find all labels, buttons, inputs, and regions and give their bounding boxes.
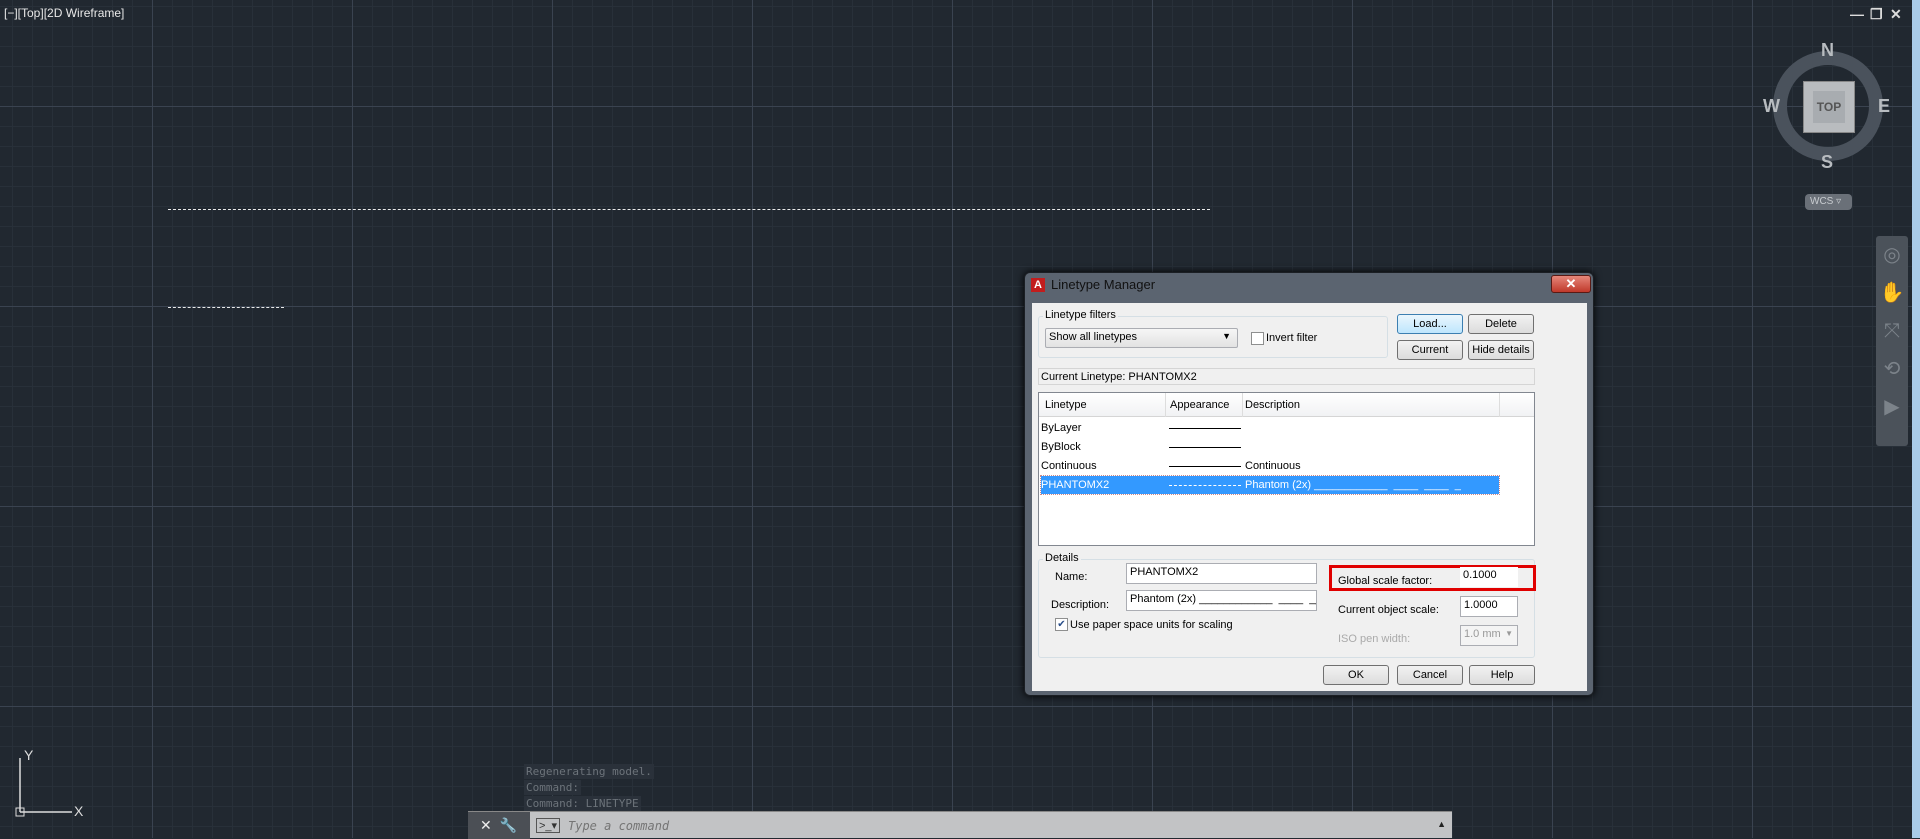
dialog-close-button[interactable]: ✕ bbox=[1551, 275, 1591, 293]
compass-north[interactable]: N bbox=[1821, 40, 1834, 61]
compass-south[interactable]: S bbox=[1821, 152, 1833, 173]
appearance-preview bbox=[1169, 428, 1241, 429]
ucs-x-label: X bbox=[74, 803, 84, 819]
ok-button[interactable]: OK bbox=[1323, 665, 1389, 685]
name-input[interactable]: PHANTOMX2 bbox=[1126, 563, 1317, 584]
linetype-name: PHANTOMX2 bbox=[1041, 479, 1110, 491]
drawing-canvas[interactable] bbox=[0, 0, 1920, 838]
column-description[interactable]: Description bbox=[1245, 399, 1300, 411]
restore-icon[interactable]: ❐ bbox=[1870, 6, 1883, 23]
linetype-name: ByBlock bbox=[1041, 441, 1081, 453]
navigation-bar: ◎ ✋ ⤧ ⟲ ▶ bbox=[1876, 236, 1908, 446]
command-history-line: Command: LINETYPE bbox=[524, 796, 641, 811]
dialog-body: Linetype filters Show all linetypes ▼ Inv… bbox=[1032, 303, 1587, 691]
history-toggle-icon[interactable]: ▲ bbox=[1437, 819, 1446, 829]
command-line-controls: ✕ 🔧 bbox=[468, 812, 530, 839]
column-appearance[interactable]: Appearance bbox=[1170, 399, 1229, 411]
iso-pen-value: 1.0 mm bbox=[1464, 628, 1501, 640]
orbit-icon[interactable]: ⟲ bbox=[1876, 350, 1908, 388]
appearance-preview bbox=[1169, 466, 1241, 467]
linetype-name: Continuous bbox=[1041, 460, 1097, 472]
name-label: Name: bbox=[1055, 571, 1088, 583]
command-history-line: Regenerating model. bbox=[524, 764, 654, 779]
filter-dropdown[interactable]: Show all linetypes ▼ bbox=[1045, 328, 1238, 348]
object-scale-label: Current object scale: bbox=[1338, 604, 1439, 616]
pan-hand-icon[interactable]: ✋ bbox=[1876, 274, 1908, 312]
delete-button[interactable]: Delete bbox=[1468, 314, 1534, 334]
phantom-line-long[interactable] bbox=[168, 209, 1210, 210]
iso-pen-label: ISO pen width: bbox=[1338, 633, 1411, 645]
filters-label: Linetype filters bbox=[1043, 309, 1118, 321]
paper-space-label: Use paper space units for scaling bbox=[1070, 619, 1233, 631]
compass-east[interactable]: E bbox=[1878, 96, 1890, 117]
column-linetype[interactable]: Linetype bbox=[1045, 399, 1087, 411]
minimize-icon[interactable]: — bbox=[1850, 6, 1864, 22]
viewport-controls-label[interactable]: [−][Top][2D Wireframe] bbox=[4, 6, 124, 20]
chevron-down-icon: ▼ bbox=[1222, 331, 1231, 341]
list-item-selected[interactable]: PHANTOMX2 Phantom (2x) ____________ ____ … bbox=[1040, 475, 1500, 495]
customize-wrench-icon[interactable]: 🔧 bbox=[500, 817, 517, 834]
ucs-icon: Y X bbox=[15, 748, 84, 819]
dialog-title: Linetype Manager bbox=[1051, 277, 1156, 292]
appearance-preview bbox=[1169, 485, 1241, 486]
scrollbar[interactable] bbox=[1912, 0, 1920, 838]
close-icon[interactable]: ✕ bbox=[1890, 6, 1902, 23]
autocad-logo-icon: A bbox=[1031, 277, 1045, 292]
filter-value: Show all linetypes bbox=[1049, 331, 1138, 343]
ucs-menu[interactable]: WCS ▿ bbox=[1805, 194, 1852, 210]
list-item[interactable]: ByLayer bbox=[1041, 419, 1499, 437]
dialog-title-bar[interactable]: A Linetype Manager bbox=[1031, 277, 1155, 292]
close-command-line-icon[interactable]: ✕ bbox=[480, 817, 492, 834]
load-button[interactable]: Load... bbox=[1397, 314, 1463, 334]
cancel-button[interactable]: Cancel bbox=[1397, 665, 1463, 685]
command-history-line: Command: bbox=[524, 780, 581, 795]
phantom-line-short[interactable] bbox=[168, 307, 284, 308]
chevron-down-icon: ▼ bbox=[1505, 629, 1513, 638]
help-button[interactable]: Help bbox=[1469, 665, 1535, 685]
viewcube-top-face[interactable]: TOP bbox=[1803, 81, 1855, 133]
linetype-description: Continuous bbox=[1245, 460, 1301, 472]
steering-wheel-icon[interactable]: ◎ bbox=[1876, 236, 1908, 274]
current-button[interactable]: Current bbox=[1397, 340, 1463, 360]
invert-filter-label: Invert filter bbox=[1266, 332, 1318, 344]
command-line: ✕🔧 >_▾ ▲ bbox=[468, 811, 1452, 839]
global-scale-label: Global scale factor: bbox=[1338, 575, 1433, 587]
description-input[interactable]: Phantom (2x) ____________ ____ ____ bbox=[1126, 590, 1317, 611]
zoom-extents-icon[interactable]: ⤧ bbox=[1876, 312, 1908, 350]
current-linetype-label: Current Linetype: PHANTOMX2 bbox=[1038, 368, 1535, 385]
iso-pen-select: 1.0 mm ▼ bbox=[1460, 625, 1518, 646]
linetype-list[interactable]: Linetype Appearance Description ByLayer … bbox=[1038, 392, 1535, 546]
list-item[interactable]: ByBlock bbox=[1041, 438, 1499, 456]
hide-details-button[interactable]: Hide details bbox=[1468, 340, 1534, 360]
global-scale-input[interactable]: 0.1000 bbox=[1460, 567, 1518, 587]
command-input[interactable] bbox=[568, 816, 1428, 835]
details-label: Details bbox=[1043, 552, 1081, 564]
compass-west[interactable]: W bbox=[1763, 96, 1780, 117]
list-item[interactable]: Continuous Continuous bbox=[1041, 457, 1499, 475]
paper-space-checkbox[interactable]: ✔ bbox=[1055, 618, 1068, 631]
ucs-label: WCS bbox=[1810, 196, 1834, 207]
top-face-label: TOP bbox=[1813, 91, 1845, 123]
linetype-name: ByLayer bbox=[1041, 422, 1082, 434]
description-label: Description: bbox=[1051, 599, 1110, 611]
showmotion-icon[interactable]: ▶ bbox=[1876, 388, 1908, 426]
ucs-y-label: Y bbox=[24, 748, 34, 763]
invert-filter-checkbox[interactable] bbox=[1251, 332, 1264, 345]
linetype-description: Phantom (2x) ____________ ____ ____ _ bbox=[1245, 479, 1461, 491]
object-scale-input[interactable]: 1.0000 bbox=[1460, 596, 1518, 617]
command-prompt-icon[interactable]: >_▾ bbox=[536, 818, 561, 833]
linetype-manager-dialog: A Linetype Manager ✕ Linetype filters Sho… bbox=[1024, 272, 1594, 696]
list-header: Linetype Appearance Description bbox=[1039, 393, 1534, 417]
appearance-preview bbox=[1169, 447, 1241, 448]
